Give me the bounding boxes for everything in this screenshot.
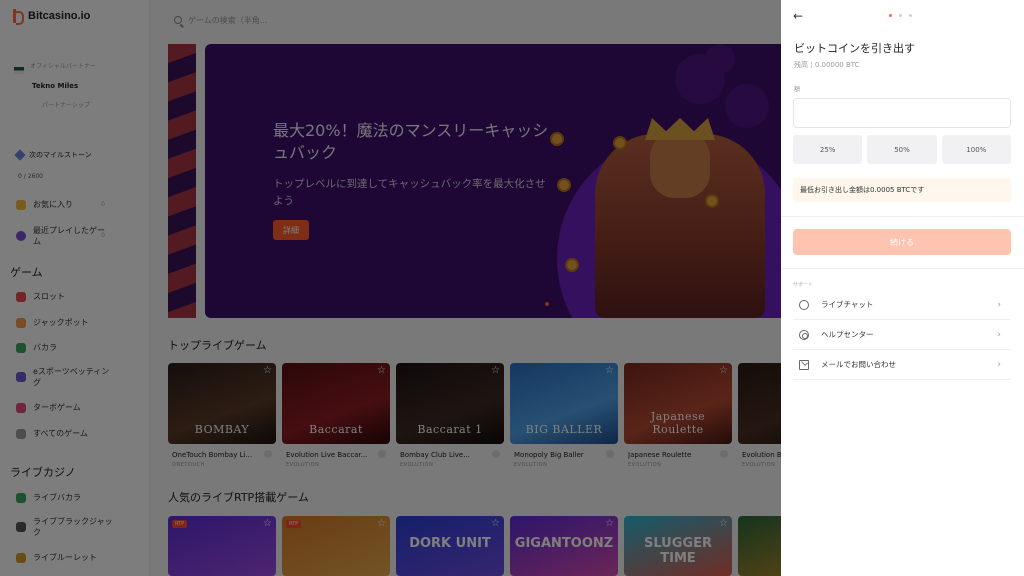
amount-input[interactable] <box>793 98 1011 128</box>
balance-value: 0.00000 BTC <box>814 61 860 69</box>
step-indicator <box>889 14 912 17</box>
balance: 残高 ¦ 0.00000 BTC <box>794 61 860 69</box>
step-dot <box>889 14 892 17</box>
continue-button[interactable]: 続ける <box>793 229 1011 255</box>
percent-button[interactable]: 50% <box>867 135 937 164</box>
divider <box>781 216 1024 217</box>
support-item-label: ヘルプセンター <box>821 330 874 339</box>
panel-title: ビットコインを引き出す <box>794 42 915 55</box>
support-item[interactable]: ヘルプセンター › <box>793 320 1011 350</box>
percent-buttons: 25% 50% 100% <box>793 135 1011 164</box>
divider <box>781 268 1024 269</box>
percent-button[interactable]: 25% <box>793 135 863 164</box>
support-item[interactable]: ライブチャット › <box>793 290 1011 320</box>
support-item[interactable]: メールでお問い合わせ › <box>793 350 1011 380</box>
support-item-label: メールでお問い合わせ <box>821 360 896 369</box>
support-item-label: ライブチャット <box>821 300 874 309</box>
withdraw-panel: ← ビットコインを引き出す 残高 ¦ 0.00000 BTC 額 25% 50% 1… <box>781 0 1024 576</box>
step-dot <box>899 14 902 17</box>
chat-icon <box>799 299 809 310</box>
amount-label: 額 <box>794 86 801 93</box>
help-center-icon <box>799 329 809 340</box>
chevron-right-icon: › <box>997 359 1001 370</box>
chevron-right-icon: › <box>997 329 1001 340</box>
mail-icon <box>799 359 809 370</box>
min-withdraw-notice: 最低お引き出し金額は0.0005 BTCです <box>793 178 1011 202</box>
back-arrow-icon[interactable]: ← <box>793 9 803 23</box>
balance-label: 残高 <box>794 61 808 69</box>
percent-button[interactable]: 100% <box>941 135 1011 164</box>
step-dot <box>909 14 912 17</box>
chevron-right-icon: › <box>997 299 1001 310</box>
support-label: サポート <box>793 282 814 288</box>
modal-backdrop[interactable] <box>0 0 781 576</box>
